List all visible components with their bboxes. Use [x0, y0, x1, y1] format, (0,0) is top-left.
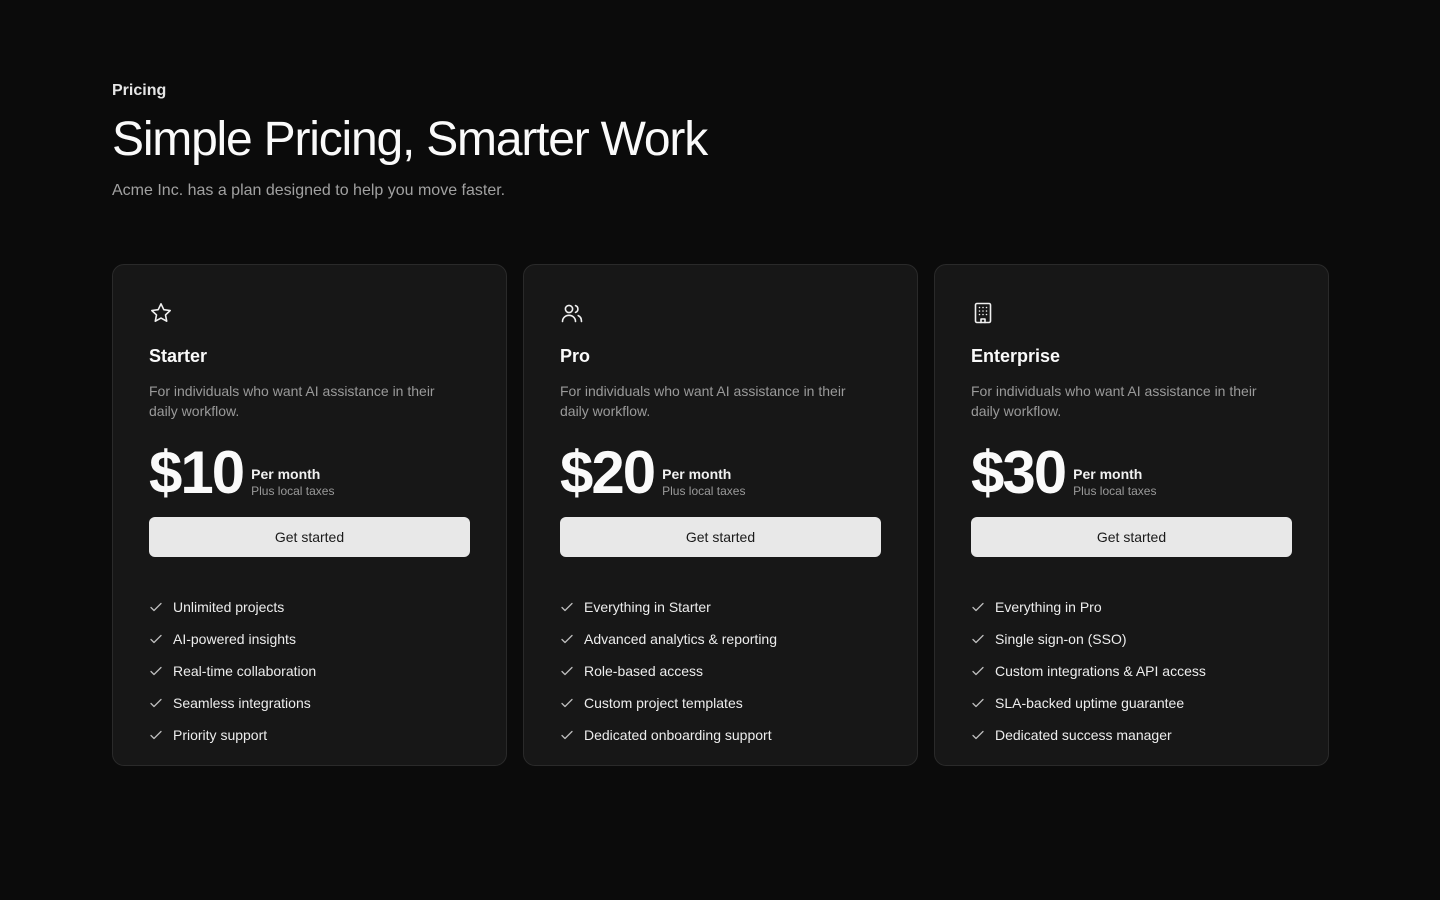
price-period: Per month [662, 466, 732, 482]
price-row: $10 Per month Plus local taxes [149, 437, 470, 503]
price-period: Per month [251, 466, 321, 482]
price-meta: Per month Plus local taxes [1073, 465, 1156, 503]
feature-list: Everything in Pro Single sign-on (SSO) C… [971, 591, 1292, 751]
price-tax-note: Plus local taxes [251, 484, 335, 498]
check-icon [560, 696, 574, 710]
plan-description: For individuals who want AI assistance i… [149, 383, 435, 419]
get-started-button[interactable]: Get started [971, 517, 1292, 557]
price-row: $30 Per month Plus local taxes [971, 437, 1292, 503]
feature-item: Everything in Pro [971, 591, 1292, 623]
check-icon [971, 696, 985, 710]
get-started-button[interactable]: Get started [560, 517, 881, 557]
check-icon [971, 632, 985, 646]
feature-label: Dedicated success manager [995, 727, 1172, 743]
check-icon [149, 696, 163, 710]
feature-label: Priority support [173, 727, 268, 743]
feature-item: Role-based access [560, 655, 881, 687]
feature-item: Custom project templates [560, 687, 881, 719]
feature-label: AI-powered insights [173, 631, 296, 647]
feature-list: Unlimited projects AI-powered insights R… [149, 591, 470, 751]
get-started-button[interactable]: Get started [149, 517, 470, 557]
feature-item: AI-powered insights [149, 623, 470, 655]
plan-name: Starter [149, 346, 208, 366]
pricing-cards: Starter For individuals who want AI assi… [112, 264, 1329, 766]
feature-label: Role-based access [584, 663, 704, 679]
feature-label: Everything in Starter [584, 599, 711, 615]
feature-list: Everything in Starter Advanced analytics… [560, 591, 881, 751]
star-icon [149, 301, 173, 325]
feature-label: Unlimited projects [173, 599, 285, 615]
feature-label: Advanced analytics & reporting [584, 631, 777, 647]
price-row: $20 Per month Plus local taxes [560, 437, 881, 503]
price-period: Per month [1073, 466, 1143, 482]
plan-card-enterprise: Enterprise For individuals who want AI a… [934, 264, 1329, 766]
feature-item: SLA-backed uptime guarantee [971, 687, 1292, 719]
price-tax-note: Plus local taxes [1073, 484, 1157, 498]
page-subtitle: Acme Inc. has a plan designed to help yo… [112, 182, 506, 199]
feature-label: SLA-backed uptime guarantee [995, 695, 1185, 711]
building-icon [971, 301, 995, 325]
check-icon [149, 664, 163, 678]
plan-price: $10 [149, 439, 245, 506]
page-title: Simple Pricing, Smarter Work [112, 113, 708, 166]
plan-card-starter: Starter For individuals who want AI assi… [112, 264, 507, 766]
check-icon [971, 728, 985, 742]
feature-label: Dedicated onboarding support [584, 727, 772, 743]
feature-label: Custom project templates [584, 695, 743, 711]
check-icon [149, 600, 163, 614]
plan-name: Pro [560, 346, 591, 366]
feature-item: Custom integrations & API access [971, 655, 1292, 687]
feature-label: Seamless integrations [173, 695, 311, 711]
price-meta: Per month Plus local taxes [662, 465, 745, 503]
feature-item: Seamless integrations [149, 687, 470, 719]
check-icon [560, 600, 574, 614]
feature-label: Custom integrations & API access [995, 663, 1206, 679]
feature-item: Dedicated success manager [971, 719, 1292, 751]
price-tax-note: Plus local taxes [662, 484, 746, 498]
plan-card-pro: Pro For individuals who want AI assistan… [523, 264, 918, 766]
pricing-header: Pricing Simple Pricing, Smarter Work Acm… [112, 80, 708, 202]
plan-price: $30 [971, 439, 1067, 506]
check-icon [560, 728, 574, 742]
feature-item: Advanced analytics & reporting [560, 623, 881, 655]
feature-item: Everything in Starter [560, 591, 881, 623]
section-eyebrow: Pricing [112, 82, 167, 99]
feature-label: Single sign-on (SSO) [995, 631, 1127, 647]
check-icon [149, 728, 163, 742]
plan-description: For individuals who want AI assistance i… [971, 383, 1257, 419]
check-icon [560, 664, 574, 678]
check-icon [971, 600, 985, 614]
feature-item: Real-time collaboration [149, 655, 470, 687]
plan-name: Enterprise [971, 346, 1061, 366]
check-icon [560, 632, 574, 646]
feature-item: Unlimited projects [149, 591, 470, 623]
feature-label: Everything in Pro [995, 599, 1102, 615]
users-icon [560, 301, 584, 325]
price-meta: Per month Plus local taxes [251, 465, 334, 503]
pricing-page: Pricing Simple Pricing, Smarter Work Acm… [0, 0, 1440, 900]
feature-item: Priority support [149, 719, 470, 751]
feature-label: Real-time collaboration [173, 663, 317, 679]
feature-item: Dedicated onboarding support [560, 719, 881, 751]
feature-item: Single sign-on (SSO) [971, 623, 1292, 655]
check-icon [149, 632, 163, 646]
plan-price: $20 [560, 439, 656, 506]
check-icon [971, 664, 985, 678]
plan-description: For individuals who want AI assistance i… [560, 383, 846, 419]
